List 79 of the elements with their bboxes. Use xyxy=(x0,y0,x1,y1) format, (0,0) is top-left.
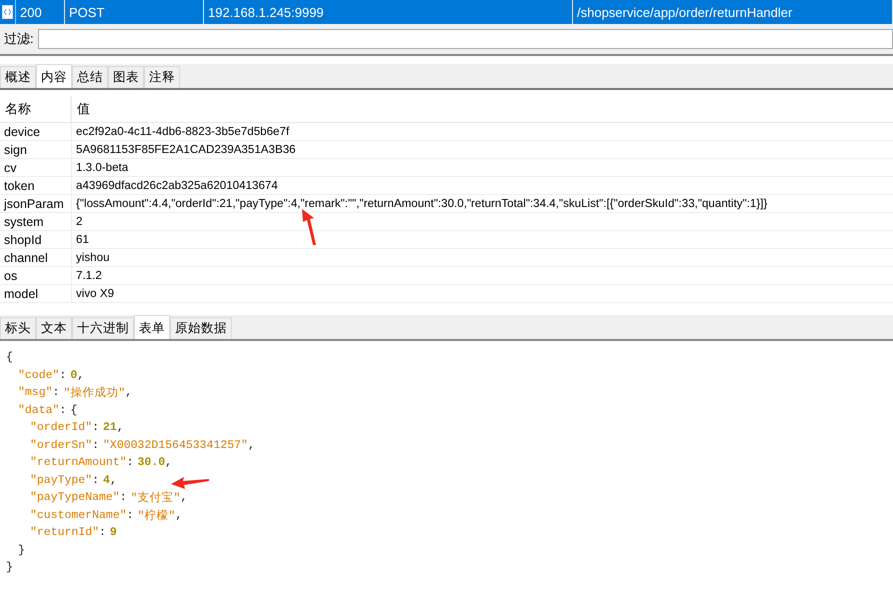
json-key: "payTypeName" xyxy=(30,491,120,504)
json-key: "customerName" xyxy=(30,508,127,522)
table-cell-text: 1.3.0-beta xyxy=(75,160,130,176)
json-punctuation: , xyxy=(116,421,124,434)
table-cell: device xyxy=(0,123,72,140)
json-punctuation: , xyxy=(165,456,172,470)
tab[interactable]: 概述 xyxy=(0,66,36,88)
table-cell: os xyxy=(0,267,72,284)
json-punctuation: , xyxy=(125,386,132,400)
tab[interactable]: 表单 xyxy=(134,315,170,339)
table-cell-text: ec2f92a0-4c11-4db6-8823-3b5e7d5b6e7f xyxy=(75,124,290,140)
json-punctuation: : xyxy=(126,508,134,522)
json-value: 30.0 xyxy=(138,456,166,470)
json-key: "orderSn" xyxy=(30,438,92,452)
json-value: 21 xyxy=(103,421,117,434)
table-cell: cv xyxy=(0,159,72,176)
json-value: "操作成功" xyxy=(63,386,126,400)
json-value: 4 xyxy=(103,474,110,487)
tab[interactable]: 十六进制 xyxy=(72,317,134,339)
tab[interactable]: 内容 xyxy=(36,64,72,88)
json-value: 9 xyxy=(110,526,117,540)
json-punctuation: : xyxy=(99,526,106,540)
column-header[interactable]: 名称 xyxy=(0,96,72,122)
filter-label: 过滤: xyxy=(4,30,34,48)
table-cell-text: vivo X9 xyxy=(75,286,116,302)
json-punctuation: } xyxy=(18,544,25,557)
table-cell: model xyxy=(0,285,72,302)
json-value: "X00032D156453341257" xyxy=(103,438,248,452)
json-punctuation: : xyxy=(92,438,100,452)
json-punctuation: : xyxy=(52,386,60,400)
arrow-icon xyxy=(300,208,318,246)
json-punctuation: : xyxy=(92,474,100,487)
tab[interactable]: 标头 xyxy=(0,317,36,339)
table-cell-text: 5A9681153F85FE2A1CAD239A351A3B36 xyxy=(75,142,297,158)
json-punctuation: : xyxy=(126,456,134,470)
json-key: "orderId" xyxy=(30,421,92,434)
table-cell: sign xyxy=(0,141,72,158)
table-cell: channel xyxy=(0,249,72,266)
session-row[interactable]: 200 POST 192.168.1.245:9999 /shopservice/app/order/returnHandler xyxy=(0,0,893,24)
json-punctuation: } xyxy=(6,561,13,574)
json-punctuation: , xyxy=(77,368,84,382)
json-value: "柠檬" xyxy=(138,508,176,523)
table-cell: jsonParam xyxy=(0,195,72,212)
json-key: "code" xyxy=(18,368,60,382)
json-punctuation: , xyxy=(110,474,117,487)
json-punctuation: { xyxy=(70,404,78,417)
json-punctuation: : xyxy=(92,421,100,434)
json-punctuation: : xyxy=(59,368,66,382)
json-key: "msg" xyxy=(18,386,53,400)
json-punctuation: { xyxy=(6,351,13,364)
table-cell-text: 61 xyxy=(75,232,90,248)
json-punctuation: , xyxy=(175,508,182,522)
tab[interactable]: 总结 xyxy=(72,66,108,88)
tab[interactable]: 注释 xyxy=(144,66,180,88)
tab[interactable]: 原始数据 xyxy=(170,317,232,339)
json-key: "data" xyxy=(18,404,60,417)
arrow-icon xyxy=(170,476,210,490)
json-value: "支付宝" xyxy=(130,490,180,506)
table-cell-text: 2 xyxy=(75,214,84,230)
json-punctuation: , xyxy=(180,491,188,504)
json-key: "returnAmount" xyxy=(30,456,127,470)
tab[interactable]: 图表 xyxy=(108,66,144,88)
table-cell: shopId xyxy=(0,231,72,248)
table-cell: token xyxy=(0,177,72,194)
json-punctuation: : xyxy=(120,491,127,504)
json-key: "returnId" xyxy=(30,526,100,540)
table-cell-text: a43969dfacd26c2ab325a62010413674 xyxy=(75,178,279,194)
tab[interactable]: 文本 xyxy=(36,317,72,339)
json-key: "payType" xyxy=(30,474,92,487)
json-value: 0 xyxy=(70,368,78,382)
table-cell-text: yishou xyxy=(75,250,111,266)
json-punctuation: : xyxy=(59,404,66,417)
table-cell-text: 7.1.2 xyxy=(75,268,103,284)
document-icon xyxy=(2,5,13,19)
table-cell: system xyxy=(0,213,72,230)
column-header[interactable]: 值 xyxy=(72,96,893,122)
table-cell-text: {"lossAmount":4.4,"orderId":21,"payType":4,"remark":"","returnAmount":30.0,"returnTotal":34.4,"skuList":[{"orderSkuId":33,"quantity":1}]} xyxy=(75,196,768,212)
json-punctuation: , xyxy=(248,438,255,452)
filter-field[interactable] xyxy=(38,29,893,49)
